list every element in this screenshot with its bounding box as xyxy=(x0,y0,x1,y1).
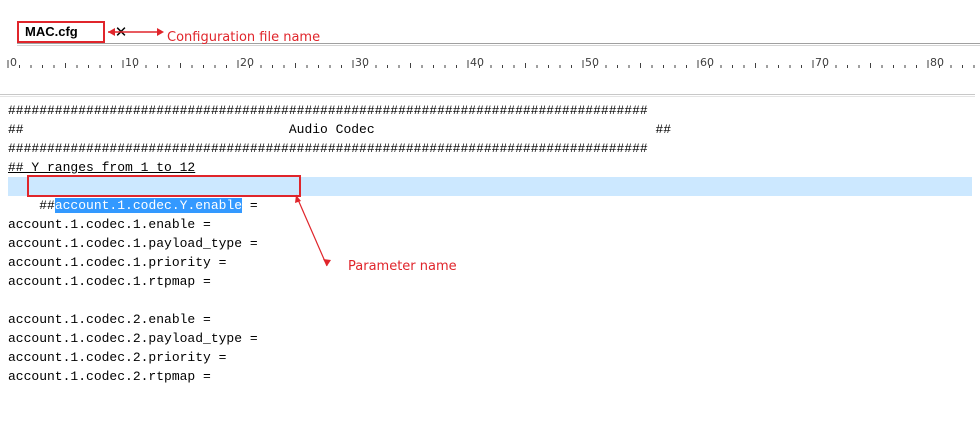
editor-line: account.1.codec.1.payload_type = xyxy=(8,236,258,251)
ruler-label: 0 xyxy=(10,56,17,69)
ruler-label: 20 xyxy=(240,56,254,69)
editor-line: account.1.codec.2.rtpmap = xyxy=(8,369,211,384)
editor-line: account.1.codec.1.priority = xyxy=(8,255,227,270)
tab-label: MAC.cfg xyxy=(25,24,78,39)
ruler: 0 10 20 30 40 50 60 70 80 xyxy=(0,50,980,72)
annotation-config-file-name: Configuration file name xyxy=(167,30,321,45)
editor-line: account.1.codec.1.enable = xyxy=(8,217,211,232)
editor-line: account.1.codec.1.rtpmap = xyxy=(8,274,211,289)
editor-line: account.1.codec.2.enable = xyxy=(8,312,211,327)
ruler-label: 30 xyxy=(355,56,369,69)
ruler-label: 50 xyxy=(585,56,599,69)
annotation-arrow-config xyxy=(108,28,164,36)
editor-line: ########################################… xyxy=(8,103,648,118)
ruler-border xyxy=(0,94,975,95)
annotation-parameter-name: Parameter name xyxy=(348,259,457,274)
ruler-label: 70 xyxy=(815,56,829,69)
ruler-label: 10 xyxy=(125,56,139,69)
tab-divider xyxy=(17,43,980,44)
editor[interactable]: ########################################… xyxy=(8,98,980,422)
ruler-ticks: 0 10 20 30 40 50 60 70 80 xyxy=(7,56,975,69)
ruler-label: 80 xyxy=(930,56,944,69)
ruler-label: 60 xyxy=(700,56,714,69)
editor-line: ########################################… xyxy=(8,141,648,156)
tab-divider-shadow xyxy=(17,45,980,46)
tab-bar: MAC.cfg ✕ xyxy=(0,0,980,46)
editor-line: account.1.codec.2.priority = xyxy=(8,350,227,365)
ruler-border-shadow xyxy=(0,96,975,97)
tab-mac-cfg[interactable]: MAC.cfg xyxy=(17,21,105,43)
annotation-arrow-parameter xyxy=(295,194,331,267)
parameter-highlight-box xyxy=(27,175,301,197)
ruler-label: 40 xyxy=(470,56,484,69)
editor-line: account.1.codec.2.payload_type = xyxy=(8,331,258,346)
editor-line: ## Audio Codec ## xyxy=(8,122,672,137)
